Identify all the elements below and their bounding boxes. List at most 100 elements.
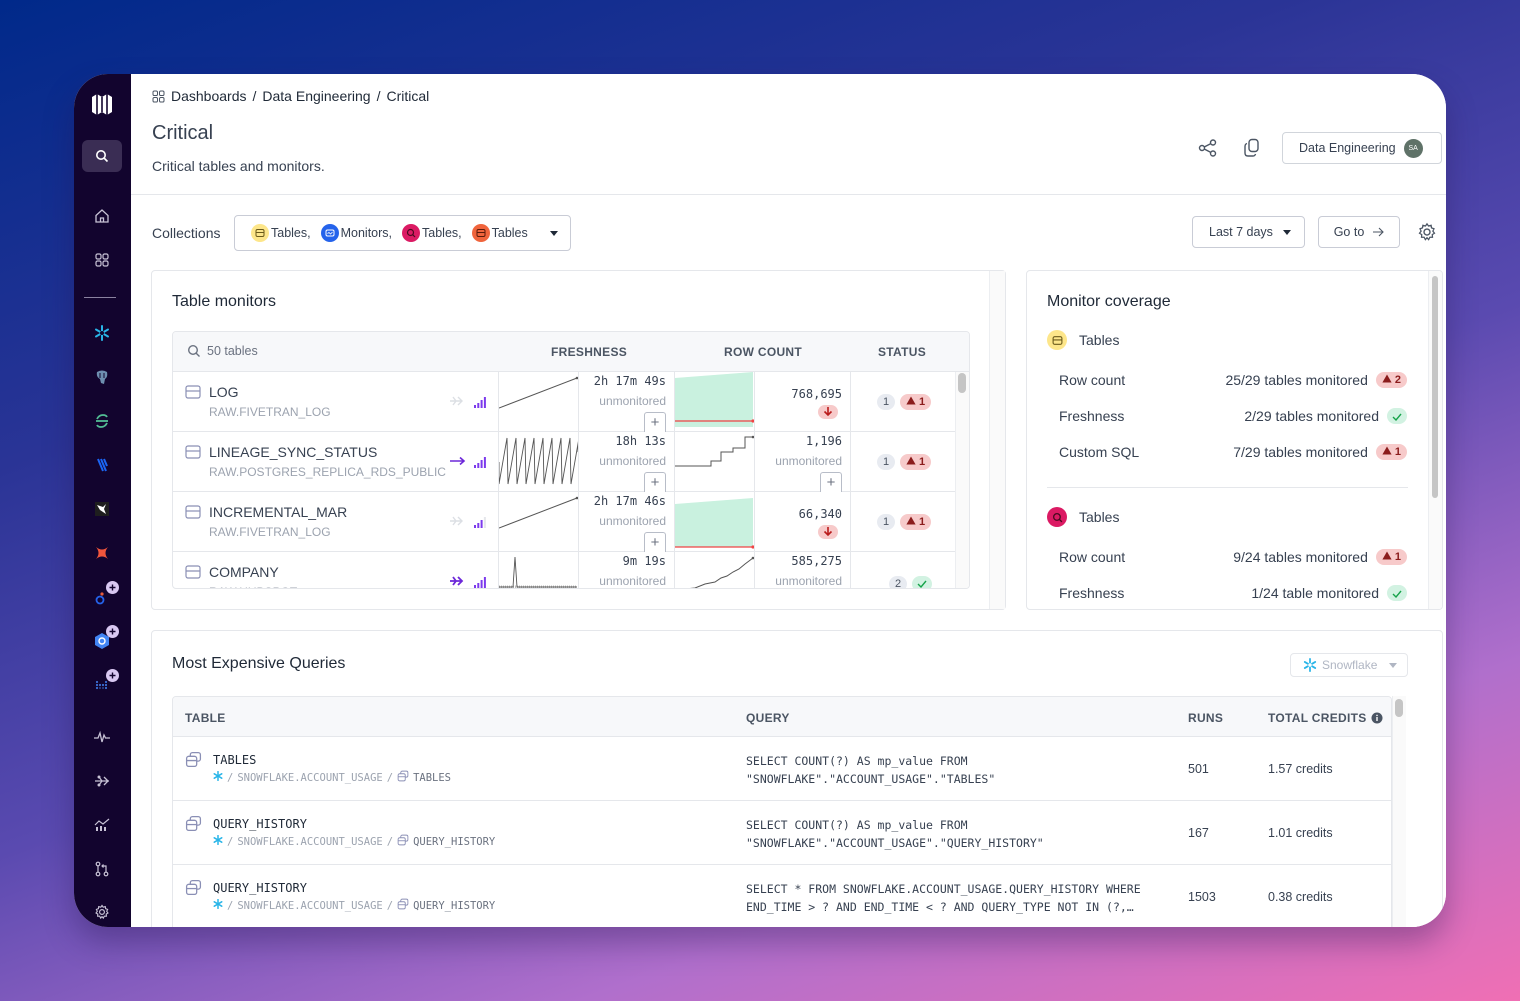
table-name[interactable]: QUERY_HISTORY <box>213 817 307 831</box>
segment-icon[interactable] <box>82 405 122 437</box>
coverage-line[interactable]: Freshness 2/29 tables monitored <box>1059 408 1407 424</box>
column-header-freshness[interactable]: FRESHNESS <box>551 345 627 359</box>
integration-looker-icon[interactable] <box>82 581 122 613</box>
team-selector-button[interactable]: Data Engineering SA <box>1282 132 1442 164</box>
table-icon <box>397 898 409 913</box>
warehouse-select[interactable]: Snowflake <box>1290 653 1408 677</box>
settings-icon[interactable] <box>82 896 122 927</box>
coverage-line[interactable]: Custom SQL 7/29 tables monitored 1 <box>1059 444 1407 460</box>
status-warning-badge[interactable]: 1 <box>900 454 932 470</box>
add-freshness-monitor-button[interactable]: + <box>644 412 666 432</box>
fivetran-icon[interactable] <box>82 449 122 481</box>
activity-icon[interactable] <box>82 721 122 753</box>
coverage-line[interactable]: Row count 9/24 tables monitored 1 <box>1059 549 1407 565</box>
schema-link[interactable]: SNOWFLAKE.ACCOUNT_USAGE <box>237 900 382 912</box>
status-warning-badge[interactable]: 1 <box>1375 444 1407 460</box>
table-row[interactable]: LINEAGE_SYNC_STATUS RAW.POSTGRES_REPLICA… <box>173 432 969 492</box>
table-name[interactable]: QUERY_HISTORY <box>213 881 307 895</box>
row-count-drop-badge[interactable] <box>818 405 838 419</box>
table-name[interactable]: LINEAGE_SYNC_STATUS <box>209 444 377 460</box>
lineage-icon[interactable] <box>449 514 465 532</box>
status-warning-badge[interactable]: 1 <box>900 514 932 530</box>
lineage-icon[interactable] <box>449 574 465 588</box>
dashboard-settings-button[interactable] <box>1414 220 1440 244</box>
table-name[interactable]: COMPANY <box>209 564 279 580</box>
search-icon[interactable] <box>82 140 122 172</box>
schema-link[interactable]: SNOWFLAKE.ACCOUNT_USAGE <box>237 836 382 848</box>
table-row[interactable]: QUERY_HISTORY / SNOWFLAKE.ACCOUNT_USAGE … <box>173 801 1391 865</box>
table-link[interactable]: TABLES <box>413 772 451 784</box>
monitor-count-badge[interactable]: 1 <box>877 454 895 470</box>
lineage-icon[interactable] <box>449 394 465 412</box>
status-warning-badge[interactable]: 1 <box>900 394 932 410</box>
column-header-table[interactable]: TABLE <box>185 711 226 725</box>
metrics-icon[interactable] <box>82 809 122 841</box>
postgres-icon[interactable] <box>82 361 122 393</box>
snowflake-icon[interactable] <box>82 317 122 349</box>
add-row-count-monitor-button[interactable]: + <box>820 472 842 492</box>
row-count-sparkline <box>674 372 755 431</box>
coverage-group-header[interactable]: Tables <box>1047 507 1119 527</box>
status-ok-badge[interactable] <box>1387 408 1407 424</box>
home-icon[interactable] <box>82 200 122 232</box>
breadcrumb-link-data-engineering[interactable]: Data Engineering <box>262 88 370 104</box>
column-header-total-credits[interactable]: TOTAL CREDITS <box>1268 711 1383 725</box>
card-scrollbar[interactable] <box>989 271 1005 609</box>
credits-value: 1.01 credits <box>1268 826 1333 840</box>
table-link[interactable]: QUERY_HISTORY <box>413 836 495 848</box>
airbyte-icon[interactable] <box>82 537 122 569</box>
table-scrollbar-thumb[interactable] <box>958 373 966 393</box>
query-text[interactable]: SELECT COUNT(?) AS mp_value FROM "SNOWFL… <box>746 752 995 788</box>
status-ok-badge[interactable] <box>912 576 932 588</box>
table-name[interactable]: LOG <box>209 384 239 400</box>
table-row[interactable]: INCREMENTAL_MAR RAW.FIVETRAN_LOG 2h 17m … <box>173 492 969 552</box>
column-header-runs[interactable]: RUNS <box>1188 711 1223 725</box>
table-scrollbar-track[interactable] <box>955 372 969 588</box>
status-warning-badge[interactable]: 1 <box>1375 549 1407 565</box>
status-warning-badge[interactable]: 2 <box>1375 372 1407 388</box>
integration-bigquery-icon[interactable] <box>82 625 122 657</box>
info-icon[interactable] <box>1371 712 1383 724</box>
dbt-icon[interactable] <box>82 493 122 525</box>
collections-select[interactable]: Tables, Monitors, Tables, Tables <box>234 215 571 251</box>
coverage-scrollbar-thumb[interactable] <box>1432 276 1438 498</box>
column-header-status[interactable]: STATUS <box>878 345 926 359</box>
coverage-line[interactable]: Row count 25/29 tables monitored 2 <box>1059 372 1407 388</box>
column-header-row-count[interactable]: ROW COUNT <box>724 345 802 359</box>
table-row[interactable]: TABLES / SNOWFLAKE.ACCOUNT_USAGE / TABLE… <box>173 737 1391 801</box>
dashboards-icon[interactable] <box>82 244 122 276</box>
monitor-count-badge[interactable]: 1 <box>877 514 895 530</box>
table-search-input[interactable]: 50 tables <box>187 344 258 358</box>
column-header-query[interactable]: QUERY <box>746 711 790 725</box>
row-count-drop-badge[interactable] <box>818 525 838 539</box>
breadcrumb-link-dashboards[interactable]: Dashboards <box>171 88 247 104</box>
table-name[interactable]: INCREMENTAL_MAR <box>209 504 347 520</box>
lineage-icon[interactable] <box>449 454 467 472</box>
schema-link[interactable]: SNOWFLAKE.ACCOUNT_USAGE <box>237 772 382 784</box>
duplicate-button[interactable] <box>1230 133 1274 163</box>
status-ok-badge[interactable] <box>1387 585 1407 601</box>
add-freshness-monitor-button[interactable]: + <box>644 532 666 552</box>
table-row[interactable]: LOG RAW.FIVETRAN_LOG 2h 17m 49s unmonito… <box>173 372 969 432</box>
table-row[interactable]: COMPANY RAW.HUBSPOT 9m 19s unmonitored 5… <box>173 552 969 588</box>
monitor-count-badge[interactable]: 1 <box>877 394 895 410</box>
logo-icon[interactable] <box>82 88 122 120</box>
coverage-line[interactable]: Freshness 1/24 table monitored <box>1059 585 1407 601</box>
table-name[interactable]: TABLES <box>213 753 256 767</box>
table-scrollbar-track[interactable] <box>1392 696 1406 927</box>
lineage-icon[interactable] <box>82 765 122 797</box>
query-text[interactable]: SELECT * FROM SNOWFLAKE.ACCOUNT_USAGE.QU… <box>746 880 1141 916</box>
date-range-select[interactable]: Last 7 days <box>1192 216 1305 248</box>
table-scrollbar-thumb[interactable] <box>1395 699 1403 717</box>
coverage-group-header[interactable]: Tables <box>1047 330 1119 350</box>
monitor-count-badge[interactable]: 2 <box>889 576 907 588</box>
table-link[interactable]: QUERY_HISTORY <box>413 900 495 912</box>
add-freshness-monitor-button[interactable]: + <box>644 472 666 492</box>
goto-button[interactable]: Go to <box>1318 216 1400 248</box>
share-button[interactable] <box>1186 133 1230 163</box>
table-row[interactable]: QUERY_HISTORY / SNOWFLAKE.ACCOUNT_USAGE … <box>173 865 1391 927</box>
pull-request-icon[interactable] <box>82 853 122 885</box>
integration-metabase-icon[interactable] <box>82 669 122 701</box>
query-text[interactable]: SELECT COUNT(?) AS mp_value FROM "SNOWFL… <box>746 816 1044 852</box>
importance-signal-icon <box>474 455 488 473</box>
